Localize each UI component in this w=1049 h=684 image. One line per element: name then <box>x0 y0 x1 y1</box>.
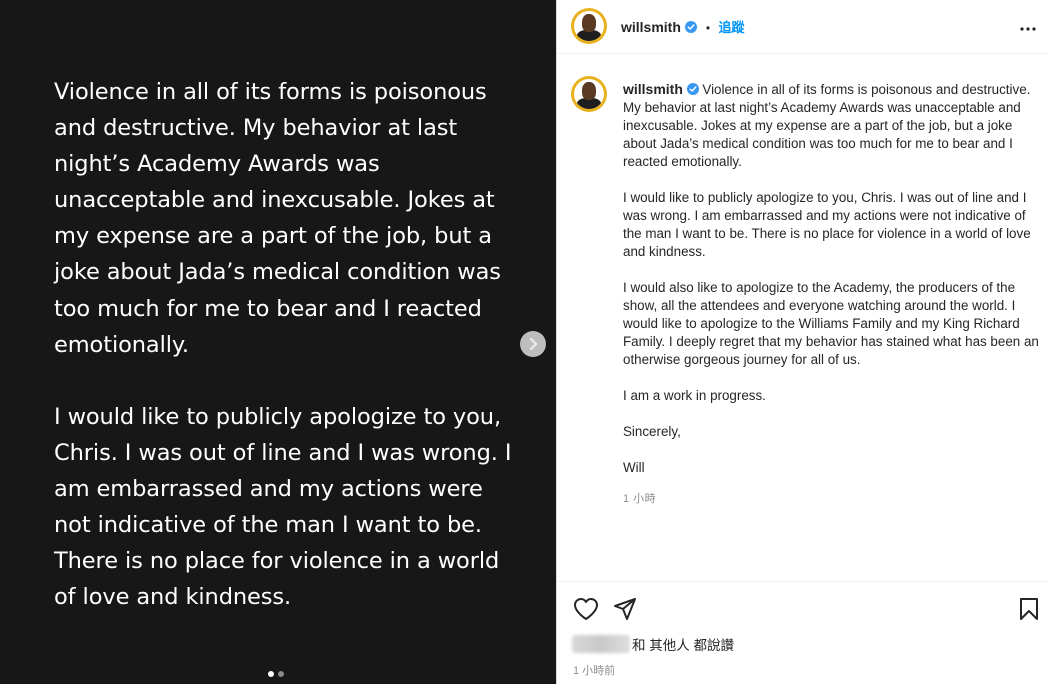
more-horizontal-icon <box>1020 27 1036 31</box>
carousel-indicator <box>268 671 284 677</box>
caption-first-paragraph: willsmith Violence in all of its forms i… <box>623 80 1043 171</box>
caption-paragraph-6: Will <box>623 460 645 475</box>
caption-timestamp[interactable]: 1 小時 <box>623 490 656 506</box>
post-sidebar: willsmith • 追蹤 willsmith Violence in all… <box>556 0 1049 684</box>
post-media: Violence in all of its forms is poisonou… <box>0 0 556 684</box>
share-icon <box>614 598 636 620</box>
more-options-button[interactable] <box>1020 18 1036 36</box>
carousel-dot-1 <box>268 671 274 677</box>
media-text: Violence in all of its forms is poisonou… <box>54 74 514 615</box>
heart-icon <box>574 598 598 620</box>
media-paragraph-1: Violence in all of its forms is poisonou… <box>54 79 501 358</box>
caption-paragraph-4: I am a work in progress. <box>623 388 766 403</box>
carousel-dot-2 <box>278 671 284 677</box>
caption-paragraph-2: I would like to publicly apologize to yo… <box>623 190 1031 259</box>
avatar-image <box>574 79 604 109</box>
verified-badge-icon <box>685 21 698 33</box>
next-slide-button[interactable] <box>520 331 546 357</box>
caption-username[interactable]: willsmith <box>623 81 683 97</box>
avatar-image <box>574 11 604 41</box>
action-bar: 和 其他人 都說讚 1 小時前 <box>557 581 1049 684</box>
post-timestamp: 1 小時前 <box>573 665 616 677</box>
caption-paragraph-3: I would also like to apologize to the Ac… <box>623 280 1039 367</box>
media-paragraph-2: I would like to publicly apologize to yo… <box>54 403 512 611</box>
header-separator: • <box>705 21 711 35</box>
header-username[interactable]: willsmith <box>621 19 681 35</box>
chevron-right-icon <box>529 338 538 350</box>
likes-text: 和 其他人 都說讚 <box>632 638 735 653</box>
caption-avatar[interactable] <box>571 76 607 112</box>
bookmark-button[interactable] <box>1019 597 1039 626</box>
likes-summary[interactable]: 和 其他人 都說讚 <box>572 634 734 654</box>
caption-paragraph-5: Sincerely, <box>623 424 681 439</box>
share-button[interactable] <box>613 597 637 626</box>
bookmark-icon <box>1020 598 1038 620</box>
caption-text-1: Violence in all of its forms is poisonou… <box>623 82 1031 169</box>
verified-badge-icon <box>686 83 699 95</box>
blurred-username <box>572 635 630 653</box>
like-button[interactable] <box>573 597 599 626</box>
follow-button[interactable]: 追蹤 <box>718 20 744 35</box>
post-header: willsmith • 追蹤 <box>557 0 1049 54</box>
avatar[interactable] <box>571 8 607 44</box>
header-user-line: willsmith • 追蹤 <box>621 17 744 37</box>
post-caption: willsmith Violence in all of its forms i… <box>623 80 1043 477</box>
